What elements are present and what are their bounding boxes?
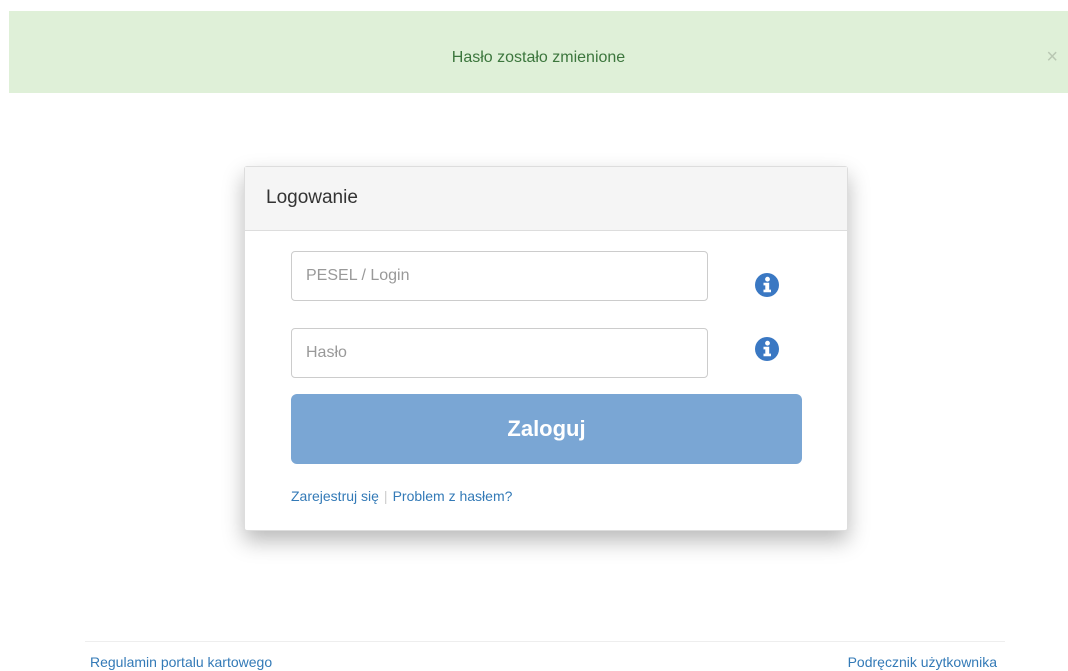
panel-links: Zarejestruj się | Problem z hasłem? bbox=[291, 487, 512, 505]
login-button[interactable]: Zaloguj bbox=[291, 394, 802, 464]
password-input[interactable] bbox=[291, 328, 708, 378]
password-problem-link[interactable]: Problem z hasłem? bbox=[393, 488, 513, 504]
success-alert: Hasło zostało zmienione × bbox=[9, 11, 1068, 93]
login-input[interactable] bbox=[291, 251, 708, 301]
alert-message: Hasło zostało zmienione bbox=[451, 49, 626, 66]
terms-link[interactable]: Regulamin portalu kartowego bbox=[90, 653, 272, 671]
link-separator: | bbox=[383, 488, 388, 504]
user-manual-link[interactable]: Podręcznik użytkownika bbox=[848, 653, 997, 671]
info-circle-icon[interactable] bbox=[755, 273, 779, 297]
footer-divider bbox=[85, 641, 1005, 642]
close-icon[interactable]: × bbox=[1046, 47, 1058, 67]
panel-heading: Logowanie bbox=[245, 167, 847, 231]
info-circle-icon[interactable] bbox=[755, 337, 779, 361]
register-link[interactable]: Zarejestruj się bbox=[291, 488, 379, 504]
login-panel: Logowanie Zaloguj Zarejestruj się| Proble… bbox=[244, 166, 848, 531]
panel-title: Logowanie bbox=[266, 187, 358, 208]
